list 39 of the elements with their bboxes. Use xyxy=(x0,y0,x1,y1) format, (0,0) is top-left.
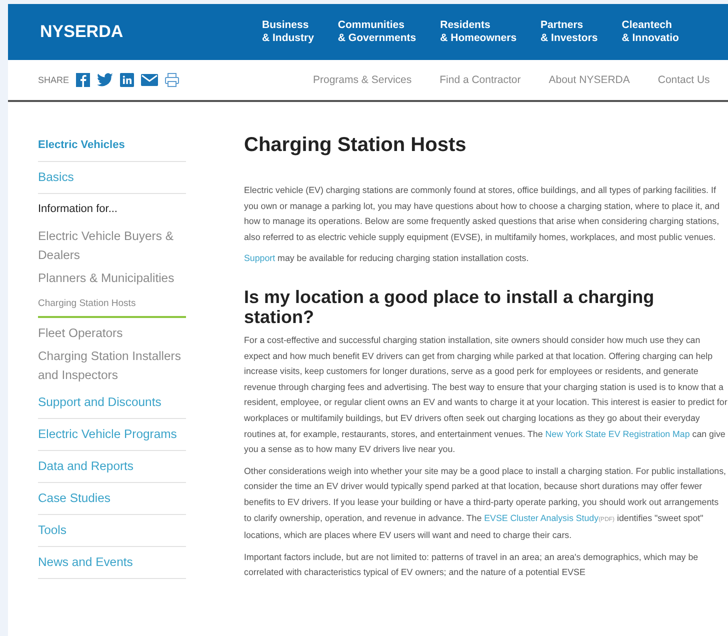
sidebar-item[interactable]: Fleet Operators xyxy=(38,322,186,345)
share-label: SHARE xyxy=(38,75,70,85)
page-title: Charging Station Hosts xyxy=(244,134,468,157)
nav-link[interactable]: Partners & Investors xyxy=(540,19,598,45)
linkedin-icon[interactable] xyxy=(120,73,134,87)
nav-link[interactable]: Residents & Homeowners xyxy=(440,19,517,45)
utility-link[interactable]: Contact Us xyxy=(658,74,710,86)
paragraph: For a cost-effective and successful charging station installation, site owners should consider how much use they can expect and how much benefit EV drivers can get from charging while parked at that location. Offering charging can help increase visits, keep customers for longer durations, serve as a good perk for employees or residents, and generate revenue through charging fees and advertising. The best way to ensure that your charging station is used is to know that a resident, employee, or regular client owns an EV and wants to charge it at your location. This interest is easier to predict for workplaces or multifamily buildings, but EV drivers often seek out charging locations as they go about their everyday routines at, for example, restaurants, stores, and entertainment venues. The New York State EV Registration Map can give you a sense as to how many EV drivers live near you. xyxy=(244,334,728,456)
utility-link[interactable]: Find a Contractor xyxy=(440,74,521,86)
sidebar-item[interactable]: Information for... xyxy=(38,194,186,225)
sidebar-item[interactable]: Electric Vehicle Buyers & Dealers xyxy=(38,225,186,267)
sidebar-item[interactable]: Support and Discounts xyxy=(38,387,186,419)
mail-icon[interactable] xyxy=(141,74,158,86)
section-heading: Is my location a good place to install a charging station? xyxy=(244,286,656,327)
sidebar-item[interactable]: Tools xyxy=(38,515,186,547)
utility-link[interactable]: About NYSERDA xyxy=(548,74,630,86)
paragraph: Electric vehicle (EV) charging stations are commonly found at stores, office buildings, and all types of parking facilities. If you own or manage a parking lot, you may have questions about how to choose a charging station, where to place it, and how to manage its operations. Below are some frequently asked questions that arise when considering charging stations, also referred to as electric vehicle supply equipment (EVSE), in multifamily homes, workplaces, and most public venues. xyxy=(244,184,721,244)
facebook-icon[interactable] xyxy=(76,73,90,87)
sidebar-item[interactable]: News and Events xyxy=(38,547,186,579)
bird-icon[interactable] xyxy=(97,73,114,87)
text-link[interactable]: Support xyxy=(244,253,276,264)
sidebar-item[interactable]: Charging Station Installers and Inspectors xyxy=(38,345,186,387)
nav-link[interactable]: Communities & Governments xyxy=(338,19,416,45)
utility-link[interactable]: Programs & Services xyxy=(313,74,412,86)
sidebar-item[interactable]: Planners & Municipalities xyxy=(38,267,186,290)
nav-link[interactable]: Business & Industry xyxy=(262,19,314,45)
paragraph: Important factors include, but are not limited to: patterns of travel in an area; an area's demographics, which may be correlated with characteristics typical of EV owners; and the nature of a potential EVSE xyxy=(244,550,700,580)
sidebar-item[interactable]: Basics xyxy=(38,162,186,194)
logo[interactable]: NYSERDA xyxy=(40,22,262,42)
sidebar-item[interactable]: Electric Vehicles xyxy=(38,130,186,162)
sidebar-item[interactable]: Electric Vehicle Programs xyxy=(38,419,186,451)
sidebar-item[interactable]: Charging Station Hosts xyxy=(38,290,186,318)
sidebar-item[interactable]: Data and Reports xyxy=(38,451,186,483)
sidebar-item[interactable]: Case Studies xyxy=(38,483,186,515)
text-link[interactable]: New York State EV Registration Map xyxy=(545,428,690,439)
text-link[interactable]: EVSE Cluster Analysis Study xyxy=(484,512,599,522)
paragraph: Support may be available for reducing charging station installation costs. xyxy=(244,252,530,266)
nav-link[interactable]: Cleantech & Innovatio xyxy=(622,19,679,45)
print-icon[interactable] xyxy=(165,73,180,87)
